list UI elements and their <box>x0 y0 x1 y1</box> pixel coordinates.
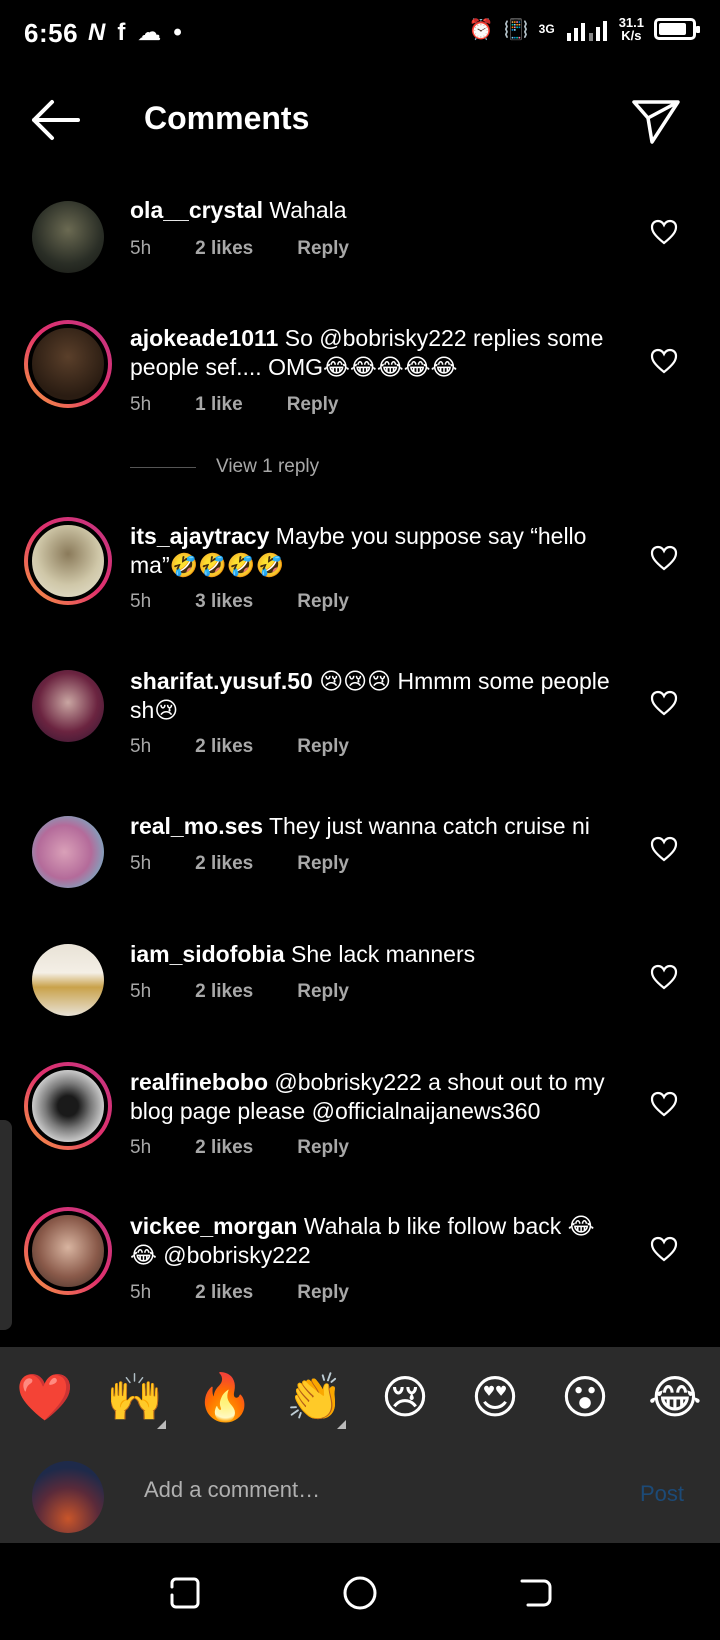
network-type: 3G <box>538 22 555 36</box>
comment-likes[interactable]: 3 likes <box>195 591 253 613</box>
reply-button[interactable]: Reply <box>297 1282 349 1304</box>
comment-text: Wahala <box>269 197 347 223</box>
like-heart-icon[interactable] <box>650 690 678 716</box>
side-drawer-handle[interactable] <box>0 1120 12 1330</box>
like-heart-icon[interactable] <box>650 219 678 245</box>
comment-likes[interactable]: 1 like <box>195 394 243 416</box>
comment-likes[interactable]: 2 likes <box>195 981 253 1003</box>
comment-time: 5h <box>130 1282 152 1303</box>
comment-username[interactable]: its_ajaytracy <box>130 523 269 549</box>
reaction-heart-eyes[interactable]: 😍 <box>450 1370 540 1424</box>
comment-username[interactable]: vickee_morgan <box>130 1213 297 1239</box>
like-heart-icon[interactable] <box>650 348 678 374</box>
comment-text: They just wanna catch cruise ni <box>268 813 590 839</box>
view-replies-link[interactable]: View 1 reply <box>130 456 319 478</box>
current-user-avatar <box>32 1461 104 1533</box>
like-heart-icon[interactable] <box>650 1236 678 1262</box>
battery-icon <box>654 18 700 40</box>
comment-time: 5h <box>130 591 152 612</box>
comments-header: Comments <box>0 80 720 160</box>
status-bar: 6:56 N f ☁ • ⏰ 📳 3G 31.1 K/s <box>0 0 720 66</box>
comment-composer: Post <box>0 1447 720 1543</box>
comment-likes[interactable]: 2 likes <box>195 853 253 875</box>
avatar[interactable] <box>24 936 112 1024</box>
vibrate-icon: 📳 <box>503 18 529 41</box>
avatar[interactable] <box>24 1207 112 1295</box>
avatar[interactable] <box>24 808 112 896</box>
reaction-clap[interactable]: 👏 <box>270 1370 360 1429</box>
skin-tone-indicator <box>157 1419 166 1429</box>
cloud-icon: ☁ <box>137 19 162 46</box>
recents-icon[interactable] <box>164 1573 204 1613</box>
alarm-icon: ⏰ <box>468 18 494 41</box>
avatar[interactable] <box>24 193 112 281</box>
system-icons: ⏰ 📳 3G 31.1 K/s <box>468 15 700 43</box>
comment-input[interactable] <box>144 1477 604 1503</box>
comment-username[interactable]: iam_sidofobia <box>130 941 285 967</box>
facebook-icon: f <box>117 18 126 46</box>
dot-icon: • <box>173 18 182 46</box>
network-speed: 31.1 K/s <box>618 15 644 43</box>
system-navigation-bar <box>0 1543 720 1640</box>
like-heart-icon[interactable] <box>650 545 678 571</box>
like-heart-icon[interactable] <box>650 836 678 862</box>
comment-username[interactable]: ola__crystal <box>130 197 263 223</box>
like-heart-icon[interactable] <box>650 1091 678 1117</box>
signal-icon <box>566 21 607 41</box>
comment-time: 5h <box>130 853 152 874</box>
back-nav-icon[interactable] <box>516 1573 556 1613</box>
comment-username[interactable]: realfinebobo <box>130 1069 268 1095</box>
divider <box>130 466 196 468</box>
reply-button[interactable]: Reply <box>297 736 349 758</box>
reply-button[interactable]: Reply <box>297 981 349 1003</box>
comment-likes[interactable]: 2 likes <box>195 238 253 260</box>
avatar[interactable] <box>24 517 112 605</box>
comment-time: 5h <box>130 238 152 259</box>
reaction-fire[interactable]: 🔥 <box>180 1370 270 1425</box>
post-button[interactable]: Post <box>640 1481 684 1507</box>
page-title: Comments <box>144 100 310 136</box>
home-icon[interactable] <box>340 1573 380 1613</box>
direct-message-icon[interactable] <box>630 94 682 146</box>
comment-likes[interactable]: 2 likes <box>195 1137 253 1159</box>
comment-time: 5h <box>130 981 152 1002</box>
comment-text: She lack manners <box>291 941 476 967</box>
status-time: 6:56 <box>24 18 79 48</box>
avatar[interactable] <box>24 662 112 750</box>
comment-time: 5h <box>130 394 152 415</box>
comment-username[interactable]: real_mo.ses <box>130 813 263 839</box>
comment-username[interactable]: ajokeade1011 <box>130 325 278 351</box>
reaction-crying[interactable]: 😢 <box>360 1370 450 1424</box>
quick-reactions-bar: ❤️ 🙌 🔥 👏 😢 😍 😮 😂 <box>0 1347 720 1447</box>
back-arrow-icon[interactable] <box>28 98 82 142</box>
reply-button[interactable]: Reply <box>287 394 339 416</box>
comment-likes[interactable]: 2 likes <box>195 736 253 758</box>
reply-button[interactable]: Reply <box>297 853 349 875</box>
avatar[interactable] <box>24 1062 112 1150</box>
comment-time: 5h <box>130 736 152 757</box>
reply-button[interactable]: Reply <box>297 591 349 613</box>
comment-likes[interactable]: 2 likes <box>195 1282 253 1304</box>
like-heart-icon[interactable] <box>650 964 678 990</box>
skin-tone-indicator <box>337 1419 346 1429</box>
reply-button[interactable]: Reply <box>297 238 349 260</box>
avatar[interactable] <box>24 320 112 408</box>
notification-icons: N f ☁ • <box>88 18 182 47</box>
reaction-raised-hands[interactable]: 🙌 <box>90 1370 180 1429</box>
view-replies-label: View 1 reply <box>216 456 320 477</box>
comment-username[interactable]: sharifat.yusuf.50 <box>130 668 313 694</box>
reply-button[interactable]: Reply <box>297 1137 349 1159</box>
reaction-surprised[interactable]: 😮 <box>540 1370 630 1424</box>
reaction-laughing[interactable]: 😂 <box>630 1370 720 1424</box>
n-app-icon: N <box>88 18 106 46</box>
comment-time: 5h <box>130 1137 152 1158</box>
reaction-heart[interactable]: ❤️ <box>0 1370 90 1425</box>
